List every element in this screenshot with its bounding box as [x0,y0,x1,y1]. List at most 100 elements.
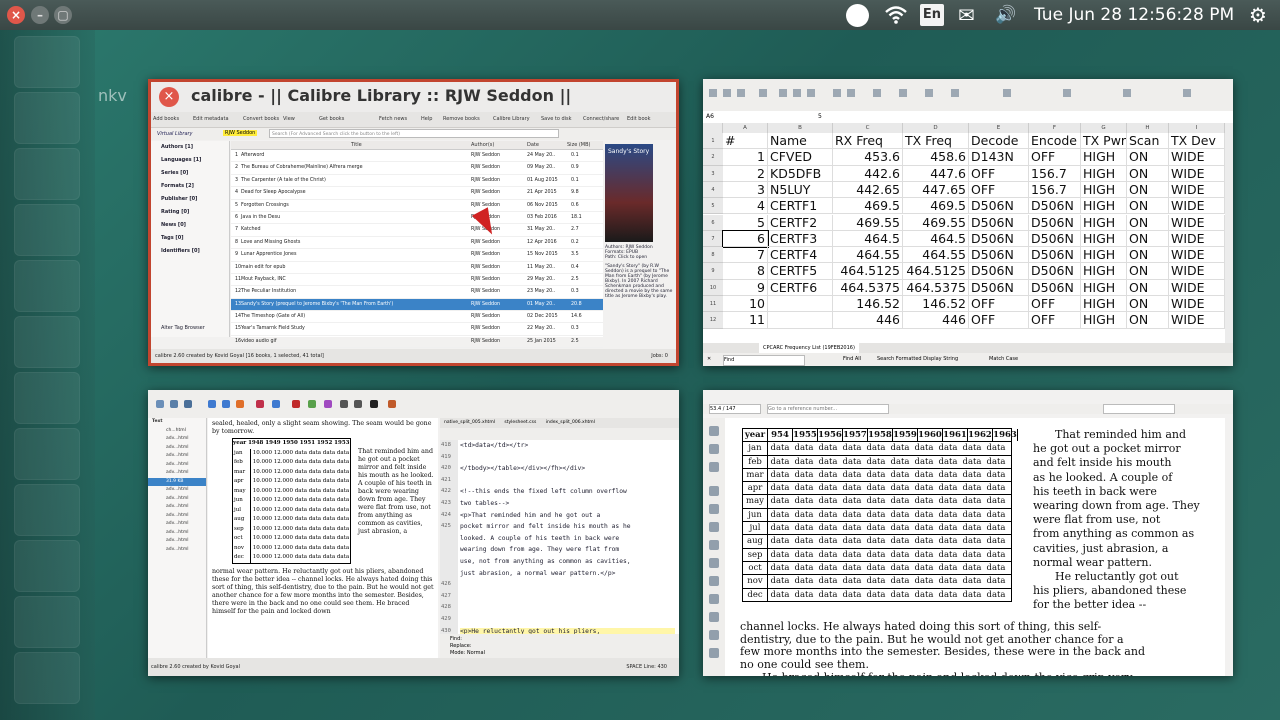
table-cell[interactable] [768,296,833,313]
minimize-icon[interactable]: – [31,6,49,24]
table-row[interactable]: 10 main edit for epub RJW Seddon 11 May 20.… [231,262,603,274]
column-header-cell[interactable]: RX Freq [833,133,903,150]
book-view[interactable]: sealed, healed, only a slight seam showi… [208,418,438,658]
table-cell[interactable]: OFF [1029,296,1081,313]
table-cell[interactable]: N5LUY [768,181,833,199]
book-browser-item[interactable]: adv...html [148,495,206,504]
column-header-cell[interactable]: Name [768,133,833,150]
book-page[interactable]: year 954 195519561957195819591960196119621… [725,418,1225,676]
cut-icon[interactable] [779,89,787,97]
save-icon[interactable] [737,89,745,97]
table-cell[interactable]: HIGH [1081,247,1127,264]
column-letter[interactable]: F [1029,123,1081,133]
table-cell[interactable]: D506N [1029,247,1081,264]
toolbar-button[interactable]: Connect/share [583,116,619,122]
new-icon[interactable] [156,400,164,408]
forward-icon[interactable] [222,400,230,408]
launcher-app-icon[interactable] [14,428,80,480]
column-letter[interactable]: E [969,123,1029,133]
settings-icon[interactable] [1183,89,1191,97]
table-cell[interactable]: ON [1127,214,1169,231]
launcher-app-icon[interactable] [14,204,80,256]
column-letter[interactable]: D [903,123,969,133]
table-cell[interactable]: D506N [969,214,1029,231]
book-browser-item[interactable]: Text [148,418,206,427]
volume-icon[interactable]: 🔊 [995,0,1016,30]
info-icon[interactable] [272,400,280,408]
table-cell[interactable]: 464.5125 [833,263,903,280]
table-row[interactable]: 1 Afterword RJW Seddon 24 May 20.. 0.1 [231,150,603,163]
help-icon[interactable] [709,648,719,658]
table-cell[interactable]: 447.6 [903,165,969,182]
launcher-app-icon[interactable] [14,372,80,424]
open-icon[interactable] [723,89,731,97]
sigil-window[interactable]: Text ch...html adv...html adv...html adv… [148,390,679,676]
close-icon[interactable]: × [159,87,179,107]
table-cell[interactable]: KD5DFB [768,165,833,182]
tag-browser-item[interactable]: Languages [1] [151,154,229,167]
corner-cell[interactable] [703,123,723,133]
table-row[interactable]: 9 Lunar Apprentice Jones RJW Seddon 15 Nov … [231,249,603,262]
toolbar-button[interactable]: Help [421,116,432,122]
row-header[interactable]: 11 [703,296,723,313]
launcher-app-icon[interactable] [14,596,80,648]
book-browser-item[interactable]: adv...html [148,469,206,478]
book-browser-item[interactable]: adv...html [148,512,206,521]
table-cell[interactable]: D506N [1029,214,1081,231]
book-browser-item[interactable]: adv...html [148,503,206,512]
table-cell[interactable]: 156.7 [1029,181,1081,199]
toolbar-button[interactable]: Edit metadata [193,116,229,122]
mode-select[interactable]: Mode: Normal [450,650,485,656]
table-cell[interactable]: WIDE [1169,198,1225,215]
table-row[interactable]: 4 Dead for Sleep Apocalypse RJW Seddon 21 A… [231,187,603,200]
table-row[interactable]: 5 Forgotten Crossings RJW Seddon 06 Nov 201… [231,200,603,212]
column-header-cell[interactable]: Scan [1127,133,1169,150]
table-cell[interactable]: 6 [722,229,769,249]
book-browser-item[interactable]: adv...html [148,435,206,444]
table-cell[interactable]: 469.5 [903,198,969,215]
table-cell[interactable]: D506N [969,198,1029,215]
table-cell[interactable]: OFF [969,296,1029,313]
table-cell[interactable]: D506N [1029,279,1081,296]
table-cell[interactable]: D143N [969,149,1029,166]
gear-icon[interactable] [324,400,332,408]
next-icon[interactable] [709,576,719,586]
search-formatted-checkbox[interactable]: Search Formatted Display String [877,353,958,366]
book-list[interactable]: Title Author(s) Date Size (MB) 1 Afterwor… [231,141,603,349]
table-cell[interactable]: 464.5375 [833,279,903,296]
table-cell[interactable]: 8 [723,263,768,280]
ebook-viewer-window[interactable]: 53.4 / 147 Go to a reference number... y… [703,390,1233,676]
print-icon[interactable] [759,89,767,97]
row-header[interactable]: 8 [703,247,723,264]
book-browser-item[interactable]: adv...html [148,444,206,453]
table-row[interactable]: 13 Sandy's Story (prequel to Jerome Bixby… [231,298,603,312]
table-cell[interactable]: D506N [969,279,1029,296]
table-cell[interactable]: CERTF4 [768,247,833,264]
table-cell[interactable]: 442.6 [833,165,903,182]
table-cell[interactable]: 7 [723,247,768,264]
undo-icon[interactable] [833,89,841,97]
code-line[interactable]: two tables--> [460,500,509,507]
print-icon[interactable] [709,612,719,622]
row-header[interactable]: 10 [703,279,723,296]
format-icon[interactable] [1003,89,1011,97]
open-icon[interactable] [170,400,178,408]
table-row[interactable]: 2 The Bureau of Cobraheme(Mainline) Alfre… [231,162,603,175]
gear-icon[interactable]: ⚙ [1249,0,1267,30]
book-cover[interactable]: Sandy's Story [605,144,653,242]
code-view[interactable]: native_split_005.xhtml stylesheet.css in… [440,418,679,658]
virtual-library-button[interactable]: Virtual Library [157,131,193,137]
font-larger-icon[interactable] [709,486,719,496]
table-row[interactable]: 8 Love and Missing Ghosts RJW Seddon 12 Apr… [231,237,603,250]
launcher-app-icon[interactable] [14,652,80,704]
draw-icon[interactable] [1123,89,1131,97]
font-smaller-icon[interactable] [709,504,719,514]
table-cell[interactable]: WIDE [1169,230,1225,248]
heart-icon[interactable] [256,400,264,408]
find-all-button[interactable]: Find All [843,353,861,366]
table-cell[interactable]: WIDE [1169,247,1225,264]
quote-icon[interactable] [370,400,378,408]
launcher-app-icon[interactable] [14,484,80,536]
table-cell[interactable]: ON [1127,247,1169,264]
table-cell[interactable]: HIGH [1081,279,1127,296]
